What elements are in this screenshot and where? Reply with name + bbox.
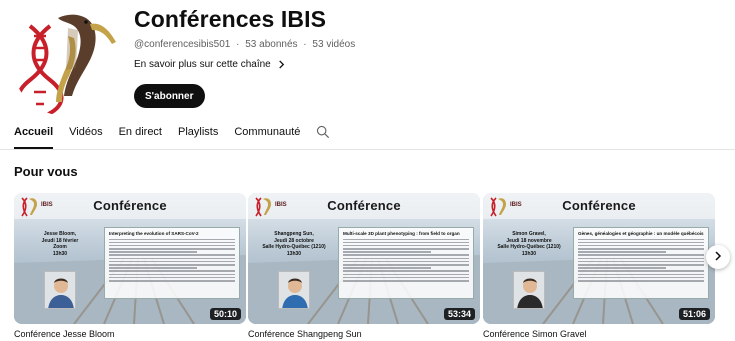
- abstract-text-line: [343, 270, 469, 272]
- ibis-logo-icon: [12, 8, 120, 116]
- abstract-title: Gènes, généalogies et géographie : un mo…: [578, 231, 704, 236]
- speaker-place: Salle Hydro-Québec (1210): [497, 244, 561, 250]
- video-thumbnail[interactable]: IBIS Conférence Simon Gravel, Jeudi 18 n…: [483, 193, 715, 324]
- abstract-text-line: [109, 244, 235, 247]
- tab-en-direct[interactable]: En direct: [119, 122, 162, 149]
- video-card[interactable]: IBIS Conférence Jesse Bloom, Jeudi 18 fé…: [14, 193, 246, 339]
- abstract-text-line: [343, 248, 469, 250]
- subscribe-button[interactable]: S'abonner: [134, 84, 205, 108]
- abstract-text-line: [578, 267, 667, 269]
- abstract-text-line: [343, 251, 432, 253]
- search-icon[interactable]: [316, 122, 330, 144]
- channel-meta: @conferencesibis501 · 53 abonnés · 53 vi…: [134, 39, 355, 50]
- abstract-text-line: [109, 260, 235, 263]
- speaker-photo: [278, 271, 310, 309]
- abstract-text-line: [578, 238, 704, 241]
- abstract-text-line: [578, 251, 667, 253]
- abstract-text-line: [578, 276, 704, 279]
- abstract-text-line: [578, 254, 704, 257]
- meta-separator: ·: [236, 39, 240, 50]
- abstract-text-line: [109, 276, 235, 279]
- meta-separator: ·: [303, 39, 307, 50]
- abstract-text-line: [109, 254, 235, 257]
- speaker-photo: [513, 271, 545, 309]
- thumbnail-heading: Conférence: [327, 198, 401, 213]
- abstract-text-line: [343, 267, 432, 269]
- channel-handle: @conferencesibis501: [134, 39, 231, 50]
- speaker-time: 13h30: [52, 250, 68, 257]
- thumbnail-heading: Conférence: [93, 198, 167, 213]
- channel-avatar[interactable]: [12, 8, 120, 116]
- tab-playlists[interactable]: Playlists: [178, 122, 218, 149]
- video-thumbnail[interactable]: IBIS Conférence Shangpeng Sun, Jeudi 28 …: [248, 193, 480, 324]
- speaker-time: 13h30: [521, 250, 537, 257]
- video-card[interactable]: IBIS Conférence Shangpeng Sun, Jeudi 28 …: [248, 193, 480, 339]
- more-about-label: En savoir plus sur cette chaîne: [134, 59, 271, 70]
- abstract-text-line: [109, 241, 235, 244]
- abstract-box: Interpreting the evolution of SARS-CoV-2: [104, 227, 240, 299]
- speaker-info: Jesse Bloom, Jeudi 18 février Zoom 13h30: [20, 231, 100, 257]
- abstract-title: Interpreting the evolution of SARS-CoV-2: [109, 231, 199, 236]
- abstract-title: Multi-scale 3D plant phenotyping : from …: [343, 231, 460, 236]
- abstract-text-line: [343, 254, 469, 257]
- abstract-text-line: [343, 238, 469, 241]
- section-title: Pour vous: [14, 164, 78, 179]
- abstract-text-line: [109, 279, 235, 282]
- chevron-right-icon: [277, 60, 286, 69]
- video-card[interactable]: IBIS Conférence Simon Gravel, Jeudi 18 n…: [483, 193, 715, 339]
- abstract-text-line: [578, 244, 704, 247]
- abstract-text-line: [109, 273, 235, 276]
- channel-tabs: Accueil Vidéos En direct Playlists Commu…: [14, 122, 330, 149]
- abstract-text-line: [578, 241, 704, 244]
- abstract-text-line: [578, 257, 704, 260]
- thumbnail-heading: Conférence: [562, 198, 636, 213]
- abstract-text-line: [578, 260, 704, 263]
- abstract-text-line: [343, 273, 469, 276]
- video-duration: 50:10: [209, 308, 241, 320]
- chevron-right-icon: [713, 248, 723, 266]
- abstract-text-line: [343, 279, 469, 282]
- video-count: 53 vidéos: [312, 39, 356, 50]
- video-thumbnail[interactable]: IBIS Conférence Jesse Bloom, Jeudi 18 fé…: [14, 193, 246, 324]
- abstract-box: Gènes, généalogies et géographie : un mo…: [573, 227, 709, 299]
- abstract-text-line: [109, 264, 235, 266]
- video-duration: 51:06: [678, 308, 710, 320]
- abstract-box: Multi-scale 3D plant phenotyping : from …: [338, 227, 474, 299]
- video-duration: 53:34: [443, 308, 475, 320]
- abstract-text-line: [578, 264, 704, 266]
- video-title[interactable]: Conférence Simon Gravel: [483, 329, 715, 339]
- abstract-text-line: [109, 248, 235, 250]
- shelf-next-button[interactable]: [706, 245, 730, 269]
- abstract-text-line: [109, 270, 235, 272]
- abstract-text-line: [578, 279, 704, 282]
- tab-accueil[interactable]: Accueil: [14, 122, 54, 149]
- abstract-text-line: [343, 241, 469, 244]
- tabs-divider: [0, 149, 735, 150]
- tab-communaute[interactable]: Communauté: [234, 122, 300, 149]
- channel-name: Conférences IBIS: [134, 6, 327, 32]
- abstract-text-line: [343, 264, 469, 266]
- subscriber-count: 53 abonnés: [245, 39, 298, 50]
- abstract-text-line: [578, 248, 704, 250]
- speaker-info: Simon Gravel, Jeudi 18 novembre Salle Hy…: [489, 231, 569, 257]
- speaker-time: 13h30: [286, 250, 302, 257]
- abstract-text-line: [109, 257, 235, 260]
- abstract-text-line: [343, 260, 469, 263]
- speaker-info: Shangpeng Sun, Jeudi 28 octobre Salle Hy…: [254, 231, 334, 257]
- abstract-text-line: [109, 238, 235, 241]
- abstract-text-line: [343, 257, 469, 260]
- tab-videos[interactable]: Vidéos: [69, 122, 102, 149]
- speaker-photo: [44, 271, 76, 309]
- more-about-channel-link[interactable]: En savoir plus sur cette chaîne: [134, 59, 286, 70]
- abstract-text-line: [109, 267, 198, 269]
- video-title[interactable]: Conférence Jesse Bloom: [14, 329, 246, 339]
- abstract-text-line: [578, 273, 704, 276]
- abstract-text-line: [343, 244, 469, 247]
- video-title[interactable]: Conférence Shangpeng Sun: [248, 329, 480, 339]
- speaker-place: Salle Hydro-Québec (1210): [262, 244, 326, 250]
- abstract-text-line: [109, 251, 198, 253]
- abstract-text-line: [578, 270, 704, 272]
- abstract-text-line: [343, 276, 469, 279]
